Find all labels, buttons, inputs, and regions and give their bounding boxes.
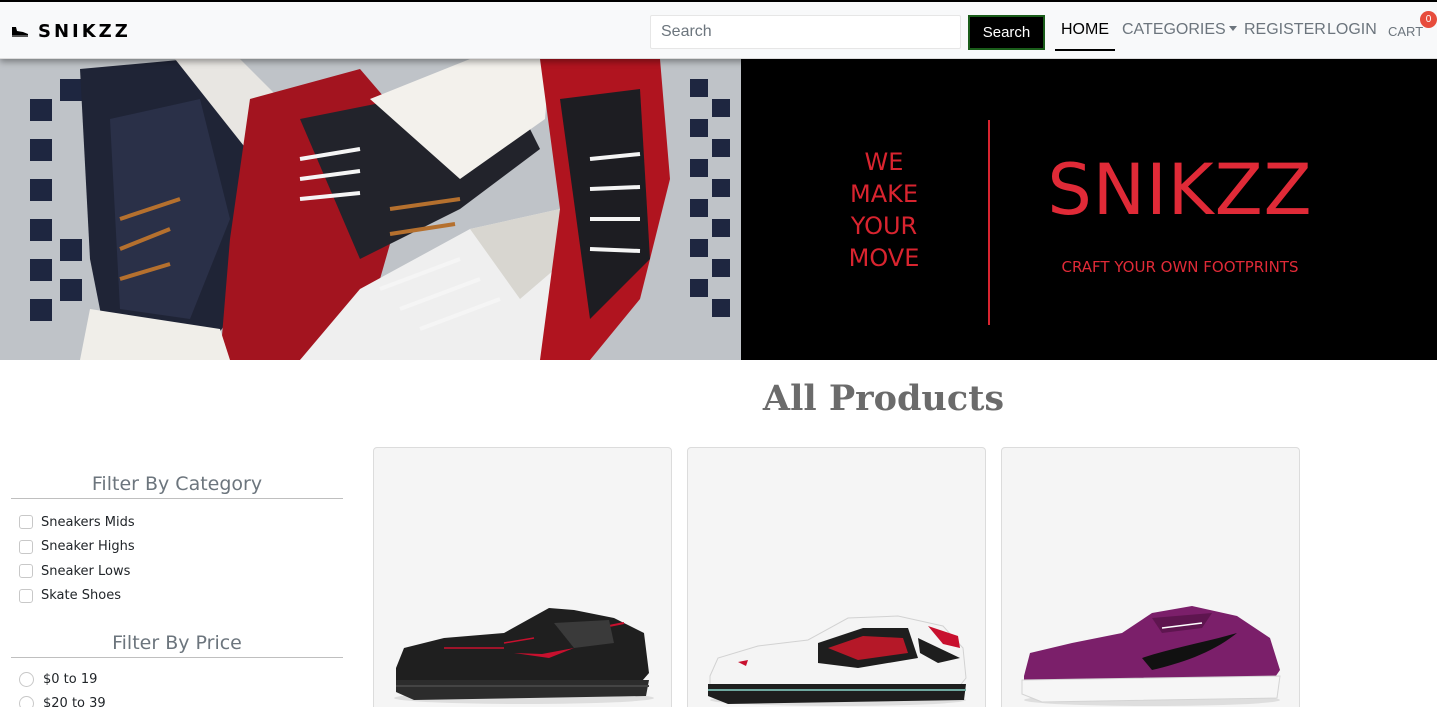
- caret-down-icon: [1228, 26, 1237, 31]
- filter-price-title: Filter By Price: [11, 630, 343, 658]
- tagline-line: MAKE: [849, 180, 919, 208]
- category-label: Skate Shoes: [41, 588, 121, 604]
- nav-cart[interactable]: CART: [1388, 24, 1423, 46]
- navbar: SNIKZZ Search HOME CATEGORIES REGISTER L…: [0, 0, 1437, 59]
- hero-brand-name: SNIKZZ: [1047, 149, 1313, 231]
- nav-categories-label: CATEGORIES: [1122, 21, 1226, 38]
- price-radio[interactable]: [19, 696, 34, 707]
- sneaker-icon: [12, 27, 28, 37]
- category-filter-list: Sneakers Mids Sneaker Highs Sneaker Lows…: [19, 510, 135, 608]
- search-button[interactable]: Search: [968, 15, 1045, 50]
- price-radio[interactable]: [19, 671, 34, 687]
- product-card[interactable]: [687, 447, 986, 707]
- page-title: All Products: [762, 378, 1005, 419]
- active-nav-underline: [1055, 49, 1115, 51]
- category-filter-item[interactable]: Sneakers Mids: [19, 510, 135, 535]
- category-checkbox[interactable]: [19, 588, 33, 603]
- white-red-black-sneaker-image: [708, 615, 967, 706]
- category-filter-item[interactable]: Sneaker Highs: [19, 535, 135, 560]
- hero-tagline: WE MAKE YOUR MOVE: [825, 146, 943, 274]
- brand-logo[interactable]: SNIKZZ: [11, 20, 131, 42]
- purple-sneaker-image: [1021, 606, 1281, 706]
- tagline-line: WE: [864, 148, 904, 176]
- brand-name: SNIKZZ: [38, 20, 131, 42]
- category-checkbox[interactable]: [19, 539, 33, 554]
- search-input[interactable]: [650, 15, 961, 49]
- hero-photo: [0, 59, 741, 360]
- tagline-line: MOVE: [848, 244, 920, 272]
- nav-home[interactable]: HOME: [1055, 21, 1115, 43]
- price-filter-list: $0 to 19 $20 to 39: [19, 667, 106, 707]
- hero-divider: [988, 120, 990, 325]
- filter-category-title: Filter By Category: [11, 471, 343, 499]
- price-label: $0 to 19: [43, 671, 98, 687]
- price-filter-item[interactable]: $20 to 39: [19, 692, 106, 707]
- tagline-line: YOUR: [850, 212, 918, 240]
- category-checkbox[interactable]: [19, 515, 33, 530]
- category-filter-item[interactable]: Sneaker Lows: [19, 559, 135, 584]
- category-label: Sneaker Highs: [41, 539, 135, 555]
- hero-subtitle: CRAFT YOUR OWN FOOTPRINTS: [1061, 258, 1299, 276]
- nav-login[interactable]: LOGIN: [1327, 21, 1377, 43]
- category-checkbox[interactable]: [19, 564, 33, 579]
- category-label: Sneakers Mids: [41, 514, 135, 530]
- product-card[interactable]: [1001, 447, 1300, 707]
- category-filter-item[interactable]: Skate Shoes: [19, 584, 135, 609]
- cart-count-badge: 0: [1420, 11, 1437, 28]
- nav-register[interactable]: REGISTER: [1244, 21, 1326, 43]
- black-red-sneaker-image: [394, 608, 654, 704]
- sneaker-pile-photo: [0, 59, 741, 360]
- category-label: Sneaker Lows: [41, 563, 131, 579]
- product-card[interactable]: [373, 447, 672, 707]
- price-filter-item[interactable]: $0 to 19: [19, 667, 106, 692]
- nav-categories-dropdown[interactable]: CATEGORIES: [1122, 21, 1237, 43]
- price-label: $20 to 39: [43, 696, 106, 707]
